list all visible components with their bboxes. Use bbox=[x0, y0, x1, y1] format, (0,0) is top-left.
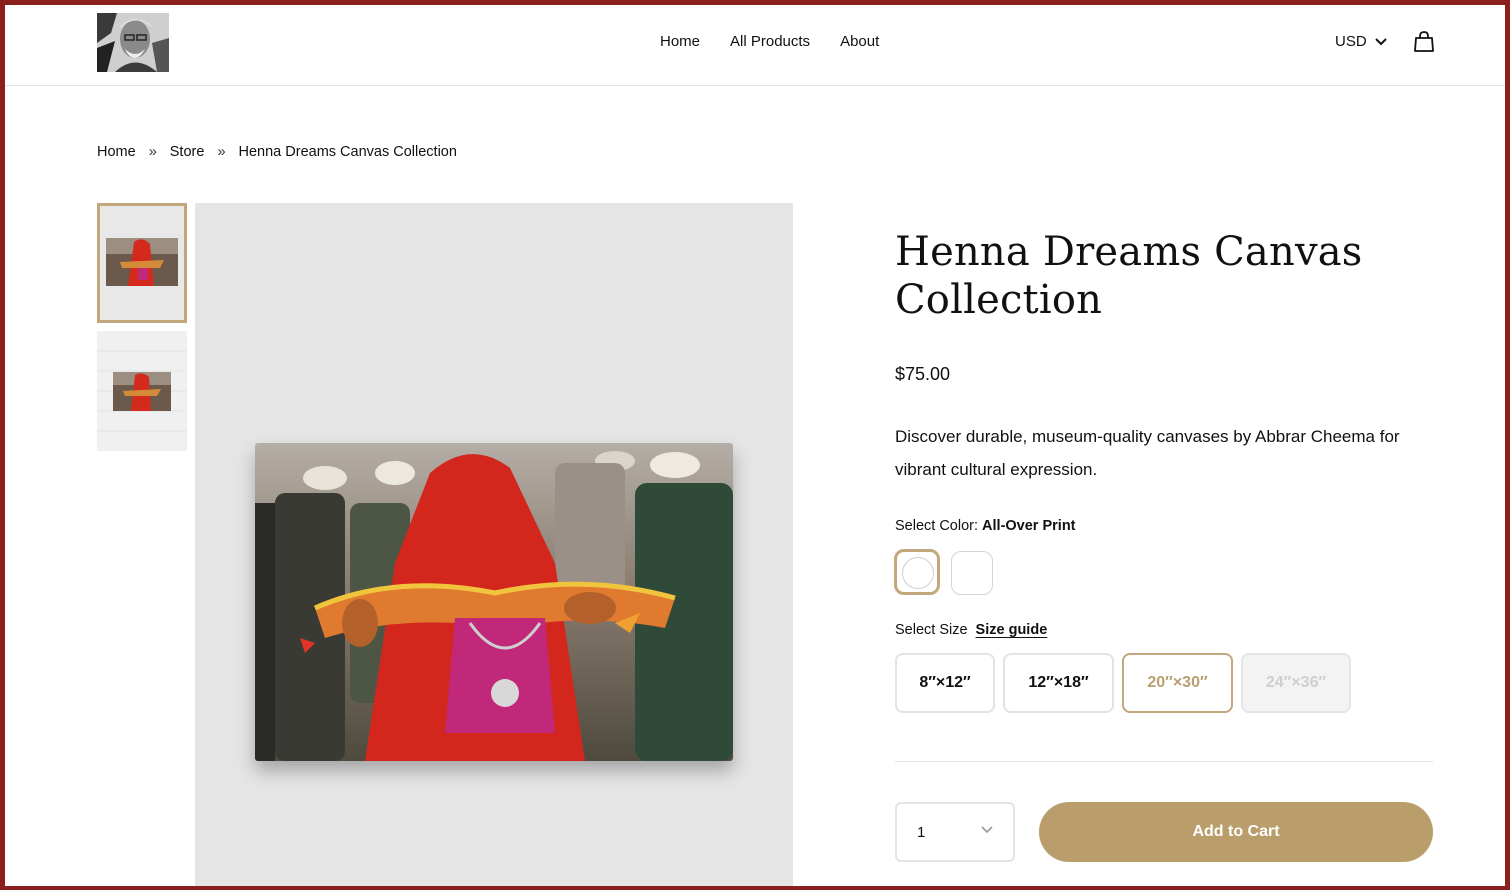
size-option-8x12[interactable]: 8″×12″ bbox=[895, 653, 995, 713]
breadcrumb-separator: » bbox=[148, 144, 157, 160]
color-label-text: Select Color: bbox=[895, 518, 979, 534]
size-selector-label: Select Size Size guide bbox=[895, 622, 1047, 638]
breadcrumb: Home » Store » Henna Dreams Canvas Colle… bbox=[97, 144, 457, 160]
chevron-down-icon bbox=[1374, 37, 1387, 45]
color-swatch-all-over-print[interactable] bbox=[894, 549, 940, 595]
thumbnail-image bbox=[97, 331, 187, 451]
henna-dancer-photo bbox=[255, 443, 733, 761]
product-description: Discover durable, museum-quality canvase… bbox=[895, 427, 1400, 479]
canvas-print bbox=[255, 443, 733, 761]
breadcrumb-separator: » bbox=[217, 144, 226, 160]
size-guide-link[interactable]: Size guide bbox=[976, 622, 1048, 638]
size-option-12x18[interactable]: 12″×18″ bbox=[1003, 653, 1114, 713]
quantity-value: 1 bbox=[917, 823, 926, 841]
breadcrumb-home[interactable]: Home bbox=[97, 144, 136, 160]
product-main-image[interactable] bbox=[195, 203, 793, 890]
size-option-20x30[interactable]: 20″×30″ bbox=[1122, 653, 1233, 713]
shopping-bag-icon[interactable] bbox=[1414, 31, 1434, 53]
product-title: Henna Dreams Canvas Collection bbox=[895, 229, 1363, 323]
thumbnail-image bbox=[100, 206, 184, 320]
site-logo[interactable] bbox=[97, 13, 169, 72]
color-swatch-white[interactable] bbox=[951, 551, 993, 595]
size-label-text: Select Size bbox=[895, 622, 968, 638]
breadcrumb-store[interactable]: Store bbox=[170, 144, 205, 160]
nav-home[interactable]: Home bbox=[660, 33, 700, 50]
color-selector-label: Select Color: All-Over Print bbox=[895, 518, 1076, 534]
breadcrumb-current: Henna Dreams Canvas Collection bbox=[238, 144, 457, 160]
divider bbox=[895, 761, 1433, 762]
color-selected-value: All-Over Print bbox=[982, 518, 1076, 534]
nav-all-products[interactable]: All Products bbox=[730, 33, 810, 50]
thumbnail-2[interactable] bbox=[97, 331, 187, 451]
site-header: Home All Products About USD bbox=[5, 5, 1505, 86]
portrait-logo-icon bbox=[97, 13, 169, 72]
chevron-down-icon bbox=[981, 826, 993, 834]
currency-selector[interactable]: USD bbox=[1335, 33, 1387, 50]
nav-about[interactable]: About bbox=[840, 33, 879, 50]
main-nav: Home All Products About bbox=[660, 33, 879, 50]
currency-label: USD bbox=[1335, 33, 1367, 50]
product-price: $75.00 bbox=[895, 364, 951, 384]
add-to-cart-button[interactable]: Add to Cart bbox=[1039, 802, 1433, 862]
thumbnail-1[interactable] bbox=[97, 203, 187, 323]
quantity-select[interactable]: 1 bbox=[895, 802, 1015, 862]
size-option-24x36[interactable]: 24″×36″ bbox=[1241, 653, 1351, 713]
